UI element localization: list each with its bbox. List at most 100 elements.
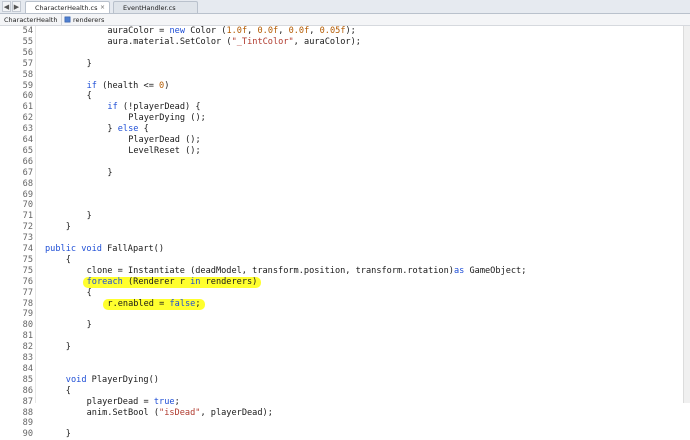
code-token: } <box>65 429 71 440</box>
code-token: { <box>86 287 92 298</box>
breadcrumb: CharacterHealth renderers <box>0 14 690 26</box>
code-token: 0.0f <box>288 26 310 36</box>
code-line[interactable]: } <box>66 429 71 440</box>
line-number: 69 <box>22 189 33 200</box>
code-token: , auraColor); <box>293 36 361 47</box>
code-token: aura.material.SetColor ( <box>107 36 232 47</box>
line-number: 60 <box>22 91 33 102</box>
code-line[interactable]: { <box>66 255 71 266</box>
code-token: new <box>169 26 186 36</box>
code-token: , playerDead); <box>200 407 273 418</box>
code-token: Color ( <box>185 26 227 36</box>
line-number: 88 <box>22 407 33 418</box>
tab-eventhandler[interactable]: EventHandler.cs <box>113 1 198 13</box>
nav-right-icon[interactable]: ▶ <box>12 1 21 12</box>
line-number: 75 <box>22 265 33 276</box>
code-token: } <box>86 58 92 69</box>
code-token: public <box>45 244 77 254</box>
code-token: PlayerDying (); <box>128 113 206 124</box>
code-line[interactable]: PlayerDead (); <box>128 135 200 146</box>
code-token: { <box>65 385 71 396</box>
code-line[interactable]: foreach (Renderer r in renderers) <box>82 276 262 288</box>
code-token: { <box>65 254 71 265</box>
member-dropdown[interactable]: renderers <box>62 14 108 25</box>
code-token: (Renderer r <box>122 276 191 287</box>
code-line[interactable]: clone = Instantiate (deadModel, transfor… <box>87 266 527 277</box>
line-number: 54 <box>22 26 33 36</box>
code-token: in <box>190 276 201 287</box>
line-number-gutter: 54 55 56 57 58 59 60 61 62 63 64 65 66 67 68 69 70 71 72 73… <box>0 26 34 439</box>
code-token: } <box>107 167 113 178</box>
line-number: 79 <box>22 309 33 320</box>
code-token: } <box>65 342 71 353</box>
code-token: aura <box>107 26 129 36</box>
vertical-scrollbar[interactable] <box>683 26 690 403</box>
code-line[interactable]: LevelReset (); <box>128 146 200 157</box>
code-token: "isDead" <box>159 407 201 418</box>
nav-left-icon[interactable]: ◀ <box>2 1 11 12</box>
code-token: { <box>138 124 149 135</box>
line-number: 90 <box>22 429 33 440</box>
code-line[interactable]: auraColor = new Color (1.0f, 0.0f, 0.0f,… <box>107 26 355 37</box>
code-token: (health <= <box>96 80 160 91</box>
code-line[interactable]: } <box>87 320 92 331</box>
code-token: false <box>169 298 196 309</box>
code-line[interactable]: PlayerDying (); <box>128 113 206 124</box>
code-token: 0.0f <box>257 26 279 36</box>
code-line[interactable]: aura.material.SetColor ("_TintColor", au… <box>107 37 361 48</box>
line-number: 58 <box>22 69 33 80</box>
line-number: 55 <box>22 36 33 47</box>
code-line[interactable]: if (!playerDead) { <box>107 102 200 113</box>
code-token: , <box>309 26 320 36</box>
code-line[interactable]: } <box>107 168 112 179</box>
code-line[interactable]: } <box>66 342 71 353</box>
close-icon[interactable]: × <box>100 2 105 14</box>
code-line[interactable]: r.enabled = false; <box>103 298 205 310</box>
code-token: ) <box>164 80 170 91</box>
line-number: 71 <box>22 211 33 222</box>
code-token: ; <box>195 298 201 309</box>
code-editor[interactable]: 54 55 56 57 58 59 60 61 62 63 64 65 66 67 68 69 70 71 72 73… <box>0 26 690 439</box>
code-line[interactable]: { <box>66 386 71 397</box>
class-dropdown[interactable]: CharacterHealth <box>0 14 62 25</box>
tab-bar: ◀ ▶ CharacterHealth.cs × EventHandler.cs <box>0 0 690 14</box>
line-number: 89 <box>22 418 33 429</box>
line-number: 59 <box>22 80 33 91</box>
code-token: "_TintColor" <box>231 36 294 47</box>
tab-characterhealth[interactable]: CharacterHealth.cs × <box>25 1 110 13</box>
line-number: 62 <box>22 113 33 124</box>
code-token: (!playerDead) { <box>117 102 201 113</box>
code-token: } <box>107 124 118 135</box>
code-line[interactable]: } <box>87 59 92 70</box>
code-token: void <box>65 374 87 385</box>
code-line[interactable]: } else { <box>107 124 148 135</box>
code-line[interactable]: void PlayerDying() <box>66 375 159 386</box>
line-number: 73 <box>22 233 33 244</box>
line-number: 86 <box>22 385 33 396</box>
code-line[interactable]: anim.SetBool ("isDead", playerDead); <box>87 408 273 419</box>
code-token: else <box>117 124 139 135</box>
line-number: 65 <box>22 145 33 156</box>
line-number: 70 <box>22 200 33 211</box>
code-line[interactable]: if (health <= 0) <box>87 81 170 92</box>
line-number: 80 <box>22 320 33 331</box>
line-number: 56 <box>22 47 33 58</box>
line-number: 78 <box>22 298 33 309</box>
code-token: } <box>86 211 92 222</box>
line-number: 85 <box>22 374 33 385</box>
code-token: renderers) <box>200 276 258 287</box>
code-line[interactable]: { <box>87 91 92 102</box>
code-line[interactable]: { <box>87 288 92 299</box>
line-number: 68 <box>22 178 33 189</box>
code-line[interactable]: } <box>87 211 92 222</box>
code-token: , <box>278 26 289 36</box>
line-number: 66 <box>22 156 33 167</box>
code-token: } <box>65 222 71 233</box>
code-token: } <box>86 320 92 331</box>
code-line[interactable]: } <box>66 222 71 233</box>
code-token: ); <box>345 26 356 36</box>
code-token: , <box>247 26 258 36</box>
code-line[interactable]: public void FallApart() <box>45 244 164 255</box>
code-line[interactable]: playerDead = true; <box>87 397 180 408</box>
class-name: CharacterHealth <box>4 15 58 24</box>
